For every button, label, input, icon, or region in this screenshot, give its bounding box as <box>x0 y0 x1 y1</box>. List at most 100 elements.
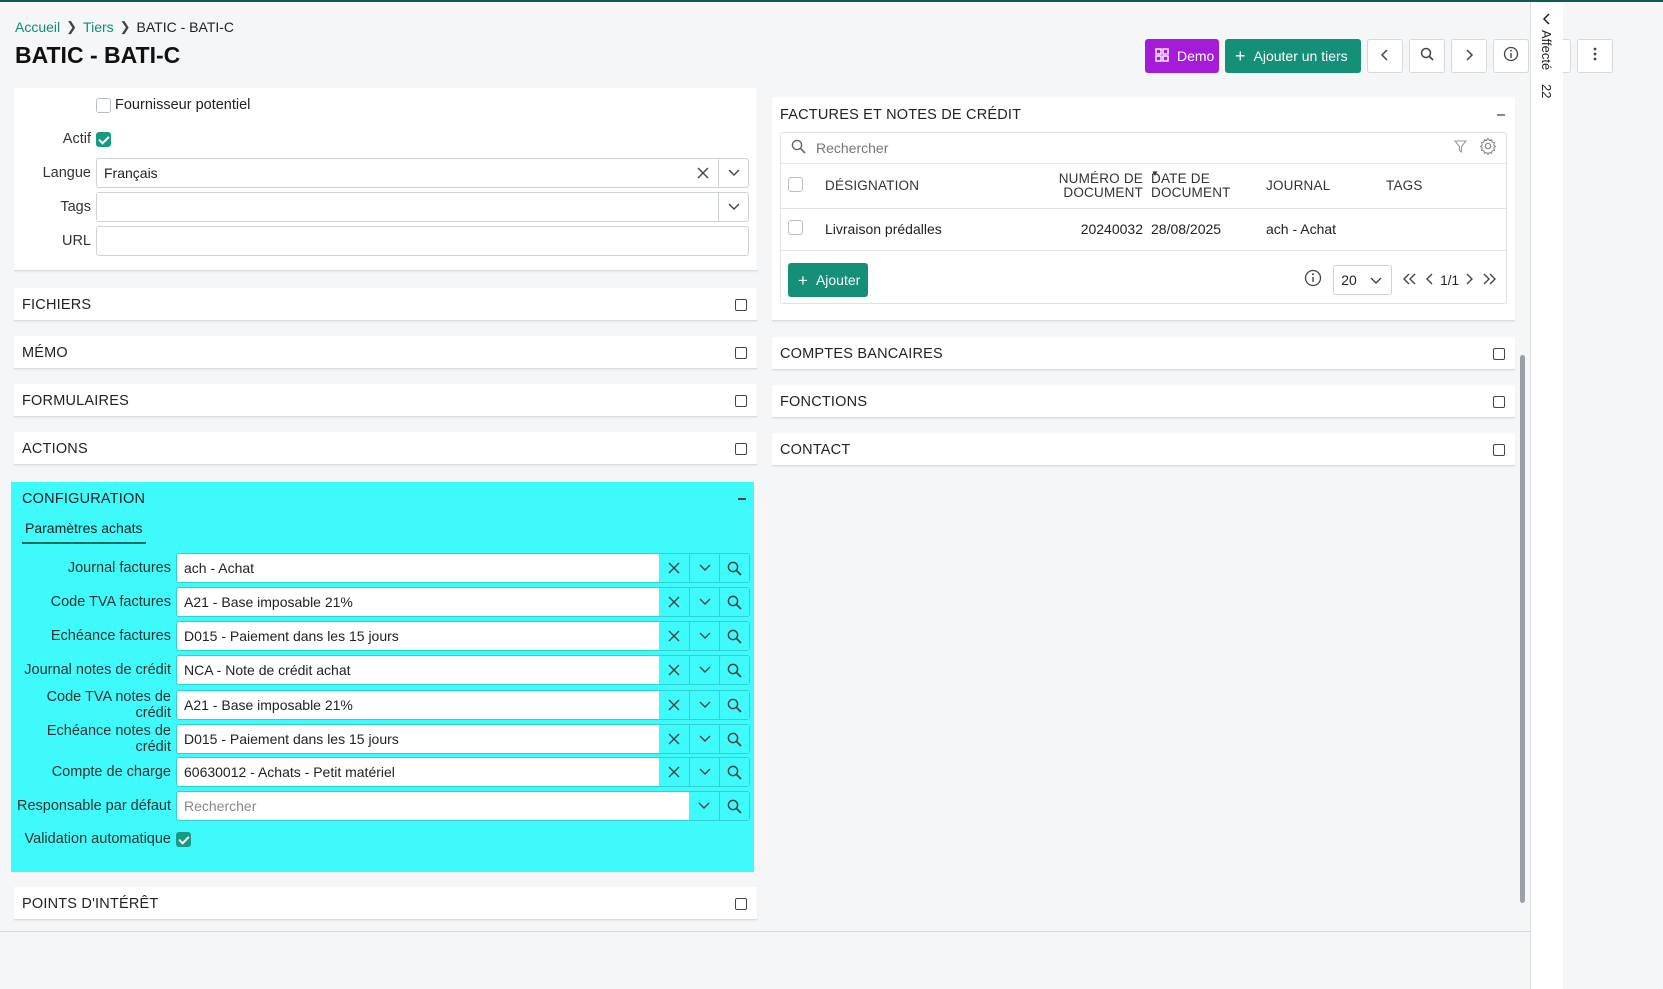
search-icon[interactable] <box>719 758 749 786</box>
chevron-down-icon[interactable] <box>689 656 719 684</box>
info-icon[interactable] <box>1304 269 1322 291</box>
echeance-factures-select[interactable]: D015 - Paiement dans les 15 jours <box>176 621 750 651</box>
points-interet-section[interactable]: POINTS D'INTÉRÊT <box>14 887 757 920</box>
fichiers-section[interactable]: FICHIERS <box>14 288 757 321</box>
demo-button[interactable]: Demo <box>1145 39 1219 73</box>
journal-factures-select[interactable]: ach - Achat <box>176 553 750 583</box>
url-input[interactable] <box>96 226 749 256</box>
col-tags[interactable]: TAGS <box>1385 164 1506 208</box>
next-button[interactable] <box>1451 39 1487 73</box>
info-button[interactable] <box>1493 39 1529 73</box>
chevron-left-icon[interactable] <box>1542 12 1551 29</box>
row-checkbox[interactable] <box>788 220 803 235</box>
tab-parametres-achats[interactable]: Paramètres achats <box>22 520 146 544</box>
compte-charge-select[interactable]: 60630012 - Achats - Petit matériel <box>176 757 750 787</box>
search-icon[interactable] <box>719 588 749 616</box>
actif-checkbox[interactable] <box>96 131 111 147</box>
expand-icon[interactable] <box>735 347 747 359</box>
rail-affecte-tab[interactable]: Affecté 22 <box>1539 30 1554 98</box>
chevron-down-icon[interactable] <box>718 193 748 221</box>
filter-icon[interactable] <box>1453 139 1468 157</box>
code-tva-factures-select[interactable]: A21 - Base imposable 21% <box>176 587 750 617</box>
fonctions-section[interactable]: FONCTIONS <box>772 385 1515 418</box>
tags-select[interactable] <box>96 192 749 222</box>
clear-icon[interactable] <box>659 656 689 684</box>
last-page-icon[interactable] <box>1482 272 1496 289</box>
expand-icon[interactable] <box>735 443 747 455</box>
clear-icon[interactable] <box>688 159 718 187</box>
previous-page-icon[interactable] <box>1426 272 1434 289</box>
breadcrumb-home-link[interactable]: Accueil <box>15 19 60 35</box>
previous-button[interactable] <box>1367 39 1403 73</box>
more-options-button[interactable] <box>1577 39 1613 73</box>
table-row[interactable]: Livraison prédalles 20240032 28/08/2025 … <box>781 208 1506 250</box>
cell-designation: Livraison prédalles <box>825 221 942 237</box>
collapse-icon[interactable] <box>738 498 746 500</box>
actions-section[interactable]: ACTIONS <box>14 432 757 465</box>
col-designation[interactable]: DÉSIGNATION <box>819 164 1049 208</box>
langue-select[interactable]: Français <box>96 158 749 188</box>
clear-icon[interactable] <box>659 725 689 753</box>
validation-auto-checkbox[interactable] <box>176 831 191 847</box>
collapse-icon[interactable] <box>1497 114 1505 116</box>
grid-footer: + Ajouter 20 1/1 <box>781 259 1506 301</box>
clear-icon[interactable] <box>659 691 689 719</box>
expand-icon[interactable] <box>735 898 747 910</box>
responsable-placeholder: Rechercher <box>184 798 257 814</box>
contact-section[interactable]: CONTACT <box>772 433 1515 466</box>
search-icon[interactable] <box>719 792 749 820</box>
grid-search-input[interactable] <box>814 139 1454 157</box>
comptes-bancaires-section[interactable]: COMPTES BANCAIRES <box>772 337 1515 370</box>
responsable-select[interactable]: Rechercher <box>176 791 750 821</box>
code-tva-notes-credit-label: Code TVA notes de crédit <box>46 689 171 721</box>
expand-icon[interactable] <box>1493 396 1505 408</box>
chevron-down-icon[interactable] <box>689 691 719 719</box>
chevron-down-icon[interactable] <box>689 622 719 650</box>
chevron-down-icon[interactable] <box>689 588 719 616</box>
search-icon[interactable] <box>719 656 749 684</box>
search-icon[interactable] <box>719 725 749 753</box>
add-tiers-button[interactable]: + Ajouter un tiers <box>1225 39 1361 73</box>
col-numero-document[interactable]: NUMÉRO DE DOCUMENT <box>1049 164 1145 208</box>
gear-icon[interactable] <box>1479 137 1497 159</box>
memo-section[interactable]: MÉMO <box>14 336 757 369</box>
factures-table: DÉSIGNATION NUMÉRO DE DOCUMENT ▼ DATE DE… <box>781 164 1506 251</box>
search-button[interactable] <box>1409 39 1445 73</box>
expand-icon[interactable] <box>735 299 747 311</box>
grid-icon <box>1155 47 1169 65</box>
expand-icon[interactable] <box>735 395 747 407</box>
expand-icon[interactable] <box>1493 348 1505 360</box>
search-icon[interactable] <box>719 554 749 582</box>
add-invoice-button[interactable]: + Ajouter <box>788 263 869 297</box>
chevron-down-icon[interactable] <box>718 159 748 187</box>
search-icon[interactable] <box>719 691 749 719</box>
langue-value: Français <box>104 165 158 181</box>
select-all-checkbox[interactable] <box>788 176 803 192</box>
chevron-down-icon[interactable] <box>689 725 719 753</box>
clear-icon[interactable] <box>659 554 689 582</box>
clear-icon[interactable] <box>659 588 689 616</box>
main-scrollbar[interactable] <box>1520 355 1525 903</box>
col-numero-line1: NUMÉRO DE <box>1058 170 1143 186</box>
info-icon <box>1503 46 1519 66</box>
chevron-down-icon[interactable] <box>689 554 719 582</box>
code-tva-notes-credit-select[interactable]: A21 - Base imposable 21% <box>176 690 750 720</box>
code-tva-factures-value: A21 - Base imposable 21% <box>184 594 353 610</box>
chevron-down-icon[interactable] <box>689 792 719 820</box>
formulaires-section[interactable]: FORMULAIRES <box>14 384 757 417</box>
first-page-icon[interactable] <box>1403 272 1417 289</box>
echeance-notes-credit-select[interactable]: D015 - Paiement dans les 15 jours <box>176 724 750 754</box>
col-date-document[interactable]: ▼ DATE DE DOCUMENT <box>1145 164 1265 208</box>
fournisseur-potentiel-checkbox[interactable] <box>96 97 111 113</box>
journal-notes-credit-select[interactable]: NCA - Note de crédit achat <box>176 655 750 685</box>
clear-icon[interactable] <box>659 622 689 650</box>
search-icon[interactable] <box>719 622 749 650</box>
page-size-select[interactable]: 20 <box>1333 265 1393 295</box>
code-tva-factures-label: Code TVA factures <box>50 594 171 610</box>
clear-icon[interactable] <box>659 758 689 786</box>
chevron-down-icon[interactable] <box>689 758 719 786</box>
expand-icon[interactable] <box>1493 444 1505 456</box>
next-page-icon[interactable] <box>1465 272 1473 289</box>
col-journal[interactable]: JOURNAL <box>1265 164 1385 208</box>
breadcrumb-tiers-link[interactable]: Tiers <box>83 19 114 35</box>
